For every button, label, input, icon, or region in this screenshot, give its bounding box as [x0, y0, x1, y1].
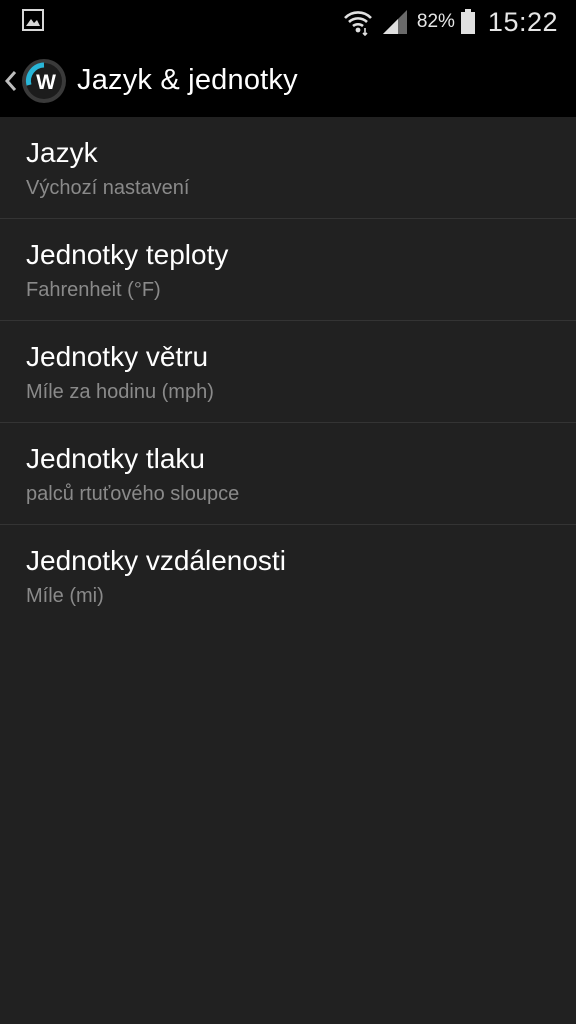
setting-language[interactable]: Jazyk Výchozí nastavení	[0, 117, 576, 219]
gallery-notification-icon	[22, 9, 44, 31]
chevron-left-icon	[4, 70, 17, 91]
status-bar: 82% 15:22	[0, 0, 576, 44]
setting-value: Míle (mi)	[26, 585, 104, 607]
setting-value: Výchozí nastavení	[26, 177, 190, 199]
wifi-icon	[343, 11, 372, 36]
setting-value: palců rtuťového sloupce	[26, 483, 240, 505]
setting-value: Míle za hodinu (mph)	[26, 381, 214, 403]
setting-value: Fahrenheit (°F)	[26, 279, 161, 301]
setting-pressure-units[interactable]: Jednotky tlaku palců rtuťového sloupce	[0, 423, 576, 525]
setting-title: Jednotky větru	[26, 341, 209, 372]
signal-strength-icon	[382, 10, 407, 34]
setting-title: Jednotky vzdálenosti	[26, 545, 286, 576]
setting-temperature-units[interactable]: Jednotky teploty Fahrenheit (°F)	[0, 219, 576, 321]
app-bar: W Jazyk & jednotky	[0, 44, 576, 117]
clock: 15:22	[487, 6, 558, 37]
battery-icon	[460, 9, 475, 34]
app-logo-icon: W	[22, 58, 66, 103]
setting-wind-units[interactable]: Jednotky větru Míle za hodinu (mph)	[0, 321, 576, 423]
app-logo-letter: W	[36, 71, 56, 94]
setting-title: Jednotky teploty	[26, 239, 229, 270]
battery-percentage: 82%	[416, 11, 455, 32]
settings-list: Jazyk Výchozí nastavení Jednotky teploty…	[0, 117, 576, 627]
setting-title: Jednotky tlaku	[26, 443, 205, 474]
setting-title: Jazyk	[26, 137, 98, 168]
up-navigation-button[interactable]: W	[0, 44, 67, 117]
page-title: Jazyk & jednotky	[77, 64, 298, 96]
setting-distance-units[interactable]: Jednotky vzdálenosti Míle (mi)	[0, 525, 576, 627]
